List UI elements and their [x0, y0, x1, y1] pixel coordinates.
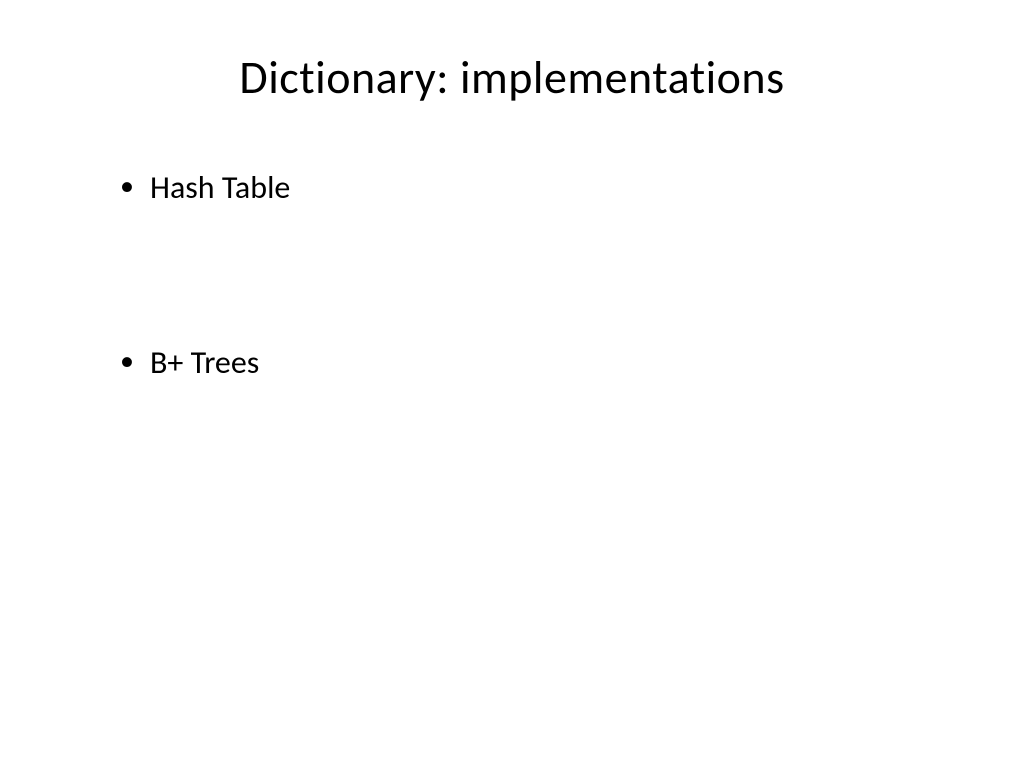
bullet-list: Hash Table B+ Trees	[80, 166, 944, 386]
list-item: B+ Trees	[120, 341, 944, 386]
slide-container: Dictionary: implementations Hash Table B…	[0, 0, 1024, 768]
list-item: Hash Table	[120, 166, 944, 211]
bullet-text: Hash Table	[150, 168, 290, 207]
bullet-text: B+ Trees	[150, 343, 259, 382]
slide-title: Dictionary: implementations	[80, 50, 944, 106]
